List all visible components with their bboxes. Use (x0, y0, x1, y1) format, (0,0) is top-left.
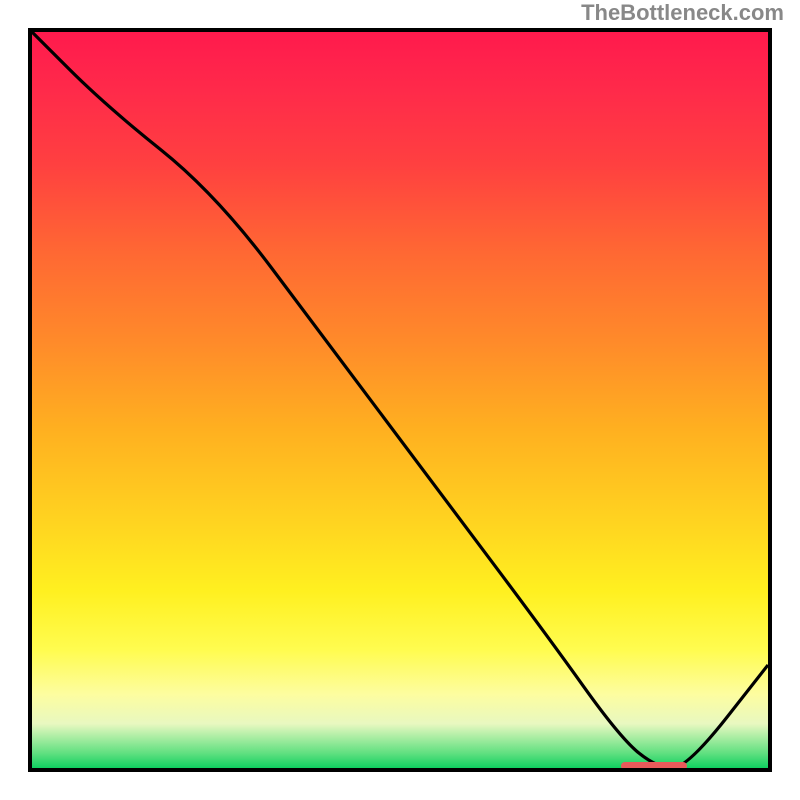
chart-container: TheBottleneck.com (0, 0, 800, 800)
optimal-range-marker (621, 762, 687, 770)
plot-area (28, 28, 772, 772)
bottleneck-curve (32, 32, 768, 768)
watermark-text: TheBottleneck.com (581, 0, 784, 26)
curve-path (32, 32, 768, 768)
